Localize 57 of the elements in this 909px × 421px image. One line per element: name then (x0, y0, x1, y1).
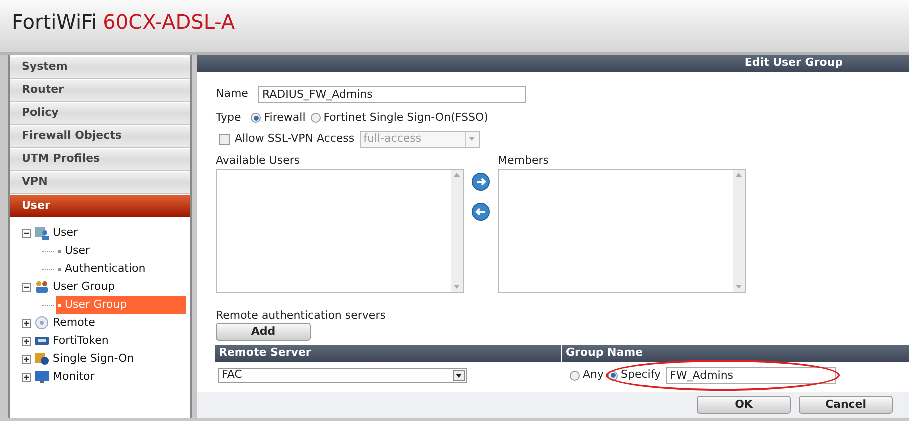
scrollbar[interactable] (733, 170, 745, 292)
menu-item[interactable]: VPN (10, 172, 190, 194)
tree-item[interactable]: Monitor (53, 368, 95, 386)
server-dropdown[interactable]: FAC (218, 368, 467, 383)
tree-item[interactable]: User Group (53, 278, 116, 296)
caret-icon (453, 370, 465, 381)
list-box[interactable] (216, 169, 464, 293)
menu-item[interactable]: Firewall Objects (10, 126, 190, 148)
token-icon (34, 334, 50, 348)
expander-icon[interactable] (22, 354, 31, 364)
tree-item[interactable]: Single Sign-On (53, 350, 134, 368)
section-label: Remote authentication servers (216, 308, 387, 322)
model-name: 60CX-ADSL-A (103, 9, 236, 36)
users-icon (34, 280, 50, 294)
expander-icon[interactable] (22, 336, 31, 346)
menu-item[interactable]: UTM Profiles (10, 149, 190, 171)
tree-item[interactable]: Authentication (56, 260, 146, 278)
field-label: Name (216, 86, 248, 102)
radio-option[interactable]: Specify (608, 367, 662, 384)
name-field[interactable]: RADIUS_FW_Admins (258, 86, 526, 102)
scroll-up-icon[interactable] (454, 173, 460, 177)
panel-title: Edit User Group (744, 55, 843, 72)
brand-name: FortiWiFi (12, 9, 98, 36)
scroll-up-icon[interactable] (736, 173, 742, 177)
menu-item[interactable]: User (10, 195, 190, 217)
column-header: Remote Server (215, 345, 562, 362)
add-button[interactable]: Add (216, 323, 311, 341)
expander-icon[interactable] (22, 318, 31, 328)
expander-icon[interactable] (22, 228, 31, 238)
field-label: Type (216, 110, 242, 126)
tree-item[interactable]: FortiToken (53, 332, 109, 350)
scrollbar[interactable] (451, 170, 463, 292)
arrow-button-icon[interactable] (472, 203, 490, 221)
scroll-down-icon[interactable] (454, 285, 460, 289)
list-box[interactable] (498, 169, 746, 293)
menu-item[interactable]: Router (10, 80, 190, 102)
expander-icon[interactable] (22, 282, 31, 292)
radio-option[interactable]: Firewall (251, 110, 306, 126)
menu-item[interactable]: System (10, 57, 190, 79)
expander-icon[interactable] (22, 372, 31, 382)
tree-item[interactable]: User (53, 224, 78, 242)
tree-item[interactable]: Remote (53, 314, 96, 332)
monitor-icon (34, 370, 50, 384)
group-name-field[interactable]: FW_Admins (666, 367, 836, 384)
radio-option[interactable]: Fortinet Single Sign-On(FSSO) (310, 110, 488, 126)
disc-icon (34, 316, 50, 330)
dialog-button[interactable]: OK (697, 396, 791, 414)
tree-item[interactable]: User (56, 242, 90, 260)
checkbox-label: Allow SSL-VPN Access (235, 130, 355, 147)
list-label: Members (498, 153, 550, 167)
scroll-down-icon[interactable] (736, 285, 742, 289)
menu-item[interactable]: Policy (10, 103, 190, 125)
list-label: Available Users (216, 153, 302, 167)
radio-option[interactable]: Any (570, 367, 604, 384)
arrow-button-icon[interactable] (472, 173, 490, 191)
dialog-button[interactable]: Cancel (799, 396, 893, 414)
column-header: Group Name (565, 345, 644, 362)
